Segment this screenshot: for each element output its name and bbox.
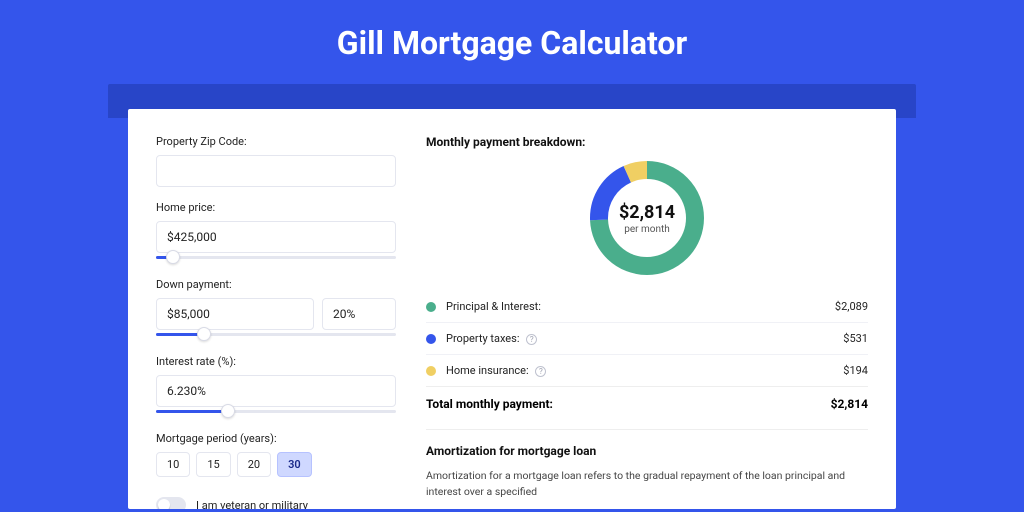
veteran-toggle[interactable]	[156, 497, 186, 509]
price-block: Home price:	[156, 201, 396, 264]
info-icon[interactable]: ?	[535, 366, 546, 377]
breakdown-line: Property taxes: ?$531	[426, 323, 868, 355]
breakdown-item-value: $2,089	[835, 300, 868, 313]
price-label: Home price:	[156, 201, 396, 214]
period-options: 1015 2030	[156, 452, 396, 477]
amortization-section: Amortization for mortgage loan Amortizat…	[426, 429, 868, 500]
calculator-panel: Property Zip Code: Home price: Down paym…	[128, 109, 896, 509]
donut-total: $2,814	[619, 202, 675, 223]
price-slider[interactable]	[156, 252, 396, 264]
rate-label: Interest rate (%):	[156, 355, 396, 368]
period-option-10[interactable]: 10	[156, 452, 190, 477]
breakdown-item-label: Principal & Interest:	[446, 300, 835, 313]
legend-dot	[426, 302, 436, 312]
payment-donut: $2,814 per month	[586, 157, 708, 279]
page-title: Gill Mortgage Calculator	[0, 24, 1024, 62]
rate-block: Interest rate (%):	[156, 355, 396, 418]
down-amount-input[interactable]	[156, 298, 314, 330]
form-column: Property Zip Code: Home price: Down paym…	[156, 135, 396, 509]
breakdown-item-label: Property taxes: ?	[446, 332, 843, 345]
price-slider-thumb[interactable]	[166, 250, 180, 264]
down-percent-input[interactable]	[322, 298, 396, 330]
legend-dot	[426, 334, 436, 344]
zip-label: Property Zip Code:	[156, 135, 396, 148]
veteran-row: I am veteran or military	[156, 497, 396, 509]
down-block: Down payment:	[156, 278, 396, 341]
total-row: Total monthly payment: $2,814	[426, 386, 868, 425]
total-value: $2,814	[831, 397, 868, 411]
down-slider[interactable]	[156, 329, 396, 341]
breakdown-title: Monthly payment breakdown:	[426, 135, 868, 149]
zip-block: Property Zip Code:	[156, 135, 396, 187]
breakdown-item-label: Home insurance: ?	[446, 364, 843, 377]
hero: Gill Mortgage Calculator	[0, 0, 1024, 84]
breakdown-item-value: $531	[843, 332, 868, 345]
rate-slider[interactable]	[156, 406, 396, 418]
donut-sub: per month	[624, 224, 670, 235]
breakdown-item-value: $194	[843, 364, 868, 377]
breakdown-line: Principal & Interest:$2,089	[426, 291, 868, 323]
down-slider-thumb[interactable]	[197, 327, 211, 341]
legend-dot	[426, 366, 436, 376]
period-block: Mortgage period (years): 1015 2030	[156, 432, 396, 477]
amort-heading: Amortization for mortgage loan	[426, 444, 868, 458]
period-option-20[interactable]: 20	[237, 452, 271, 477]
zip-input[interactable]	[156, 155, 396, 187]
veteran-label: I am veteran or military	[196, 499, 308, 510]
total-label: Total monthly payment:	[426, 397, 831, 411]
period-label: Mortgage period (years):	[156, 432, 396, 445]
amort-body: Amortization for a mortgage loan refers …	[426, 468, 868, 500]
donut-wrap: $2,814 per month	[426, 157, 868, 279]
period-option-30[interactable]: 30	[277, 452, 312, 477]
rate-input[interactable]	[156, 375, 396, 407]
breakdown-column: Monthly payment breakdown: $2,814 per mo…	[426, 135, 868, 509]
breakdown-line: Home insurance: ?$194	[426, 355, 868, 386]
period-option-15[interactable]: 15	[196, 452, 230, 477]
rate-slider-thumb[interactable]	[221, 404, 235, 418]
down-label: Down payment:	[156, 278, 396, 291]
price-input[interactable]	[156, 221, 396, 253]
info-icon[interactable]: ?	[526, 334, 537, 345]
breakdown-lines: Principal & Interest:$2,089Property taxe…	[426, 291, 868, 386]
